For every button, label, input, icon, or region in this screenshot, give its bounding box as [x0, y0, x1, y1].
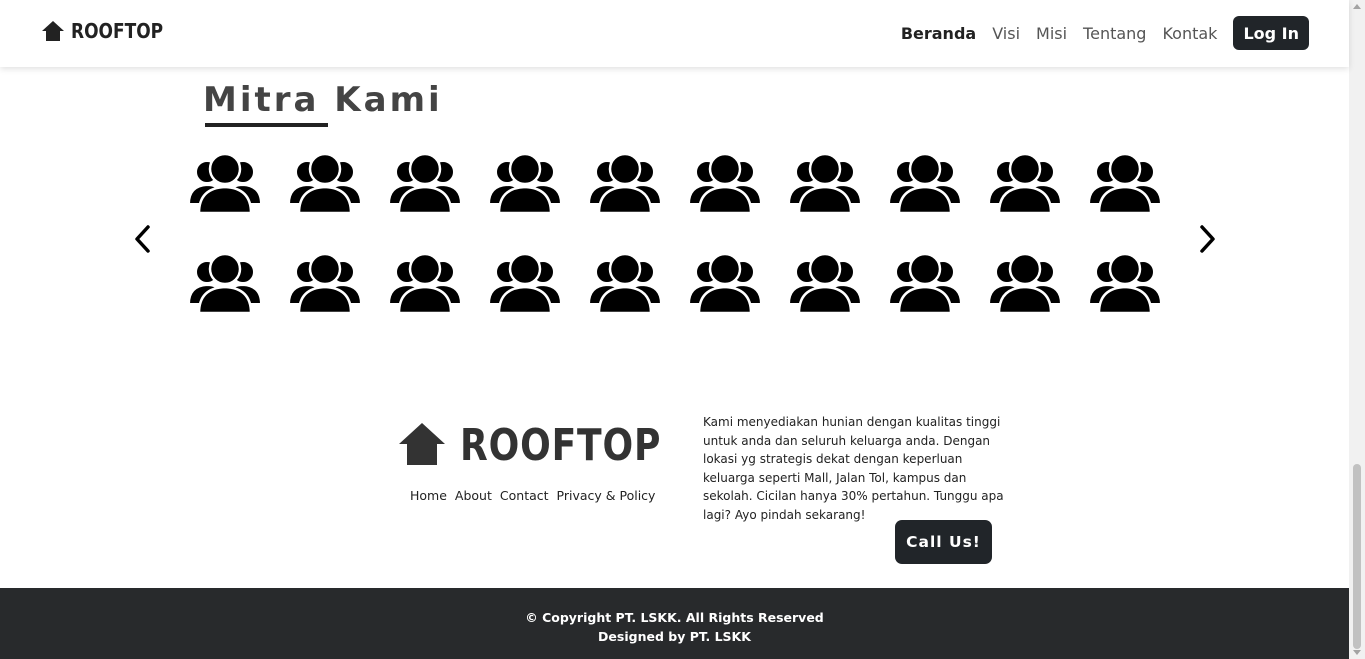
nav-item-kontak[interactable]: Kontak — [1162, 24, 1217, 43]
users-icon — [887, 252, 963, 315]
users-icon — [287, 152, 363, 215]
footer-link-home[interactable]: Home — [410, 488, 447, 503]
scroll-thumb[interactable] — [1353, 464, 1361, 649]
nav-item-tentang[interactable]: Tentang — [1083, 24, 1146, 43]
title-underline — [205, 123, 328, 127]
footer-link-contact[interactable]: Contact — [500, 488, 549, 503]
users-icon — [587, 252, 663, 315]
users-icon — [487, 152, 563, 215]
footer-links: Home About Contact Privacy & Policy — [410, 488, 663, 503]
users-icon — [687, 152, 763, 215]
footer-description: Kami menyediakan hunian dengan kualitas … — [703, 415, 1004, 522]
house-icon — [41, 20, 65, 42]
users-icon — [887, 152, 963, 215]
call-us-button[interactable]: Call Us! — [895, 520, 992, 564]
footer-link-privacy[interactable]: Privacy & Policy — [557, 488, 656, 503]
footer-logo: ROOFTOP — [398, 420, 705, 471]
brand-name: ROOFTOP — [71, 19, 164, 43]
users-icon — [487, 252, 563, 315]
users-icon — [287, 252, 363, 315]
users-icon — [687, 252, 763, 315]
copyright-text: © Copyright PT. LSKK. All Rights Reserve… — [525, 610, 824, 625]
users-icon — [387, 252, 463, 315]
scrollbar[interactable] — [1349, 0, 1365, 659]
users-icon — [987, 152, 1063, 215]
users-icon — [1087, 252, 1163, 315]
section-title: Mitra Kami — [203, 80, 443, 120]
users-icon — [387, 152, 463, 215]
users-icon — [187, 152, 263, 215]
users-icon — [987, 252, 1063, 315]
nav-item-misi[interactable]: Misi — [1036, 24, 1067, 43]
footer-link-about[interactable]: About — [455, 488, 492, 503]
chevron-right-icon[interactable] — [1197, 224, 1217, 254]
house-icon — [398, 422, 446, 470]
nav-item-visi[interactable]: Visi — [992, 24, 1020, 43]
designed-by-text: Designed by PT. LSKK — [598, 629, 751, 644]
users-icon — [587, 152, 663, 215]
copyright-bar: © Copyright PT. LSKK. All Rights Reserve… — [0, 588, 1349, 659]
users-icon — [787, 252, 863, 315]
users-icon — [187, 252, 263, 315]
users-icon — [787, 152, 863, 215]
scroll-up-arrow-icon[interactable] — [1353, 4, 1361, 9]
brand-logo[interactable]: ROOFTOP — [41, 19, 179, 43]
users-icon — [1087, 152, 1163, 215]
footer-brand-name: ROOFTOP — [460, 420, 662, 471]
navbar: ROOFTOP Beranda Visi Misi Tentang Kontak… — [0, 0, 1349, 67]
nav-links: Beranda Visi Misi Tentang Kontak Log In — [901, 16, 1309, 50]
nav-item-beranda[interactable]: Beranda — [901, 24, 976, 43]
scroll-down-arrow-icon[interactable] — [1353, 650, 1361, 655]
chevron-left-icon[interactable] — [133, 224, 153, 254]
login-button[interactable]: Log In — [1233, 16, 1309, 50]
